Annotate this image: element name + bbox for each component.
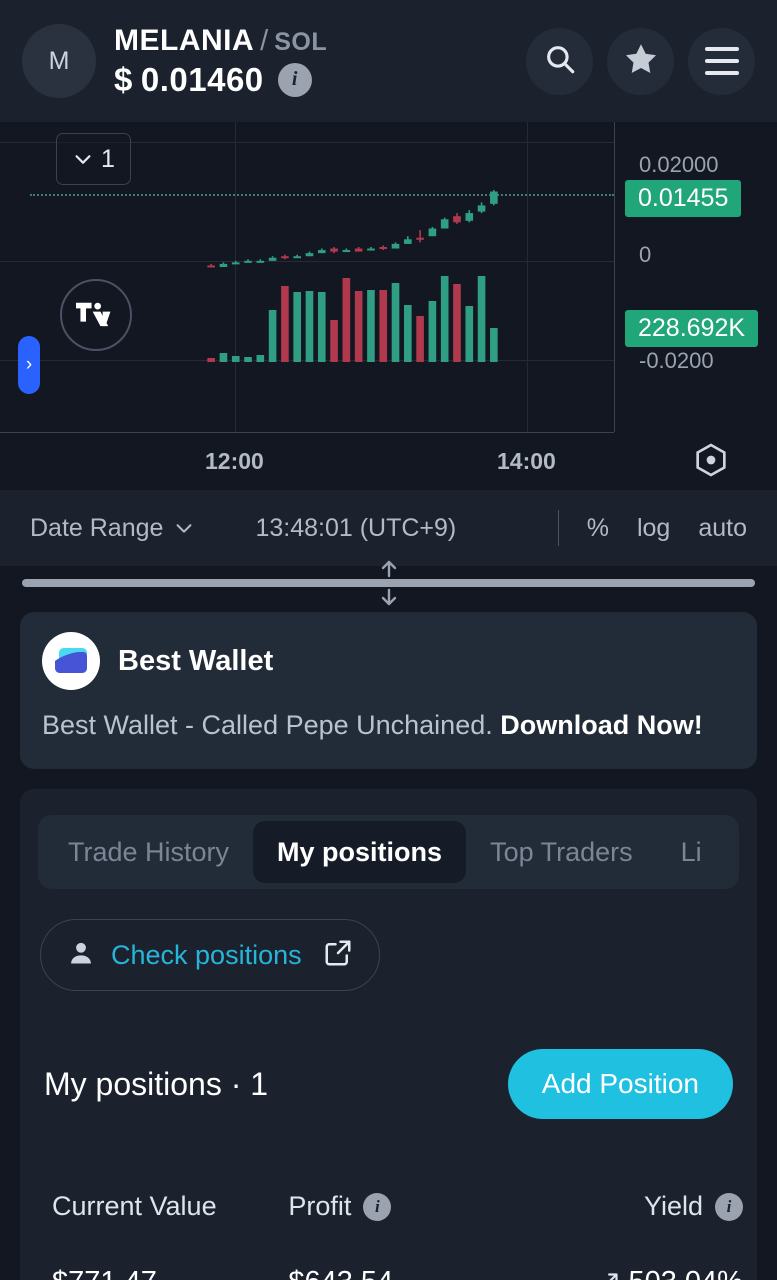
stat-primary-value: $643.54 <box>288 1266 506 1280</box>
pair-separator: / <box>260 24 269 57</box>
avatar-letter: M <box>48 46 70 75</box>
header-actions <box>526 27 755 95</box>
panel-resize-handle[interactable] <box>0 560 777 606</box>
profit-info-icon[interactable]: i <box>363 1192 392 1221</box>
current-price-badge: 0.01455 <box>625 180 742 217</box>
panel-tabs[interactable]: Trade History My positions Top Traders L… <box>38 815 739 890</box>
chevron-right-icon: › <box>25 354 33 375</box>
trading-pair: MELANIA / SOL <box>114 24 327 58</box>
toolbar-divider <box>557 510 559 546</box>
price-chart[interactable]: 1 › 0.02000 0.01455 0 228.692K -0.0200 1… <box>0 122 777 490</box>
trend-up-arrow-icon <box>600 1266 622 1280</box>
stat-primary-value: $771.47 <box>52 1266 270 1280</box>
currency-symbol: $ <box>114 60 133 98</box>
stat-yield: Yield i 503.04% 470.00% <box>507 1191 743 1280</box>
best-wallet-logo-icon <box>42 632 100 690</box>
stat-current-value: Current Value $771.47 2.8385 SOL <box>34 1191 270 1280</box>
stat-header: Yield i <box>525 1191 743 1222</box>
tab-trade-history[interactable]: Trade History <box>44 821 253 883</box>
header-title-block: MELANIA / SOL $ 0.01460 i <box>114 24 327 99</box>
pair-quote: SOL <box>274 27 328 56</box>
chart-toolbar: Date Range 13:48:01 (UTC+9) % log auto <box>0 490 777 566</box>
yield-primary-row: 503.04% <box>525 1266 743 1280</box>
chart-drawer-handle[interactable]: › <box>18 336 40 394</box>
tradingview-logo <box>60 279 132 351</box>
favorite-button[interactable] <box>607 27 674 95</box>
stat-label: Current Value <box>52 1191 217 1222</box>
resize-arrows-icon <box>376 560 402 606</box>
positions-stats-row: Current Value $771.47 2.8385 SOL Profit … <box>20 1191 757 1280</box>
chart-scale-options: % log auto <box>557 510 747 546</box>
pair-base: MELANIA <box>114 23 255 57</box>
positions-header: My positions · 1 Add Position <box>44 1049 733 1120</box>
tab-top-traders[interactable]: Top Traders <box>466 821 657 883</box>
auto-scale-button[interactable]: auto <box>698 514 747 543</box>
tab-my-positions[interactable]: My positions <box>253 821 467 884</box>
date-range-label: Date Range <box>30 513 164 542</box>
positions-title: My positions · 1 <box>44 1065 269 1102</box>
person-icon <box>67 939 95 972</box>
log-scale-button[interactable]: log <box>637 514 670 543</box>
date-range-button[interactable]: Date Range <box>30 514 195 543</box>
price-info-icon[interactable]: i <box>277 62 312 97</box>
timeframe-value: 1 <box>101 144 115 173</box>
axis-time-label: 14:00 <box>497 448 556 474</box>
chevron-down-icon <box>75 155 91 164</box>
ad-body-text: Best Wallet - Called Pepe Unchained. <box>42 710 501 740</box>
check-positions-label: Check positions <box>111 939 302 970</box>
tab-liquidity[interactable]: Li <box>657 821 726 883</box>
ad-cta-text[interactable]: Download Now! <box>500 710 702 740</box>
search-button[interactable] <box>526 27 593 95</box>
chart-plot-area[interactable]: 1 › <box>0 122 614 432</box>
token-avatar: M <box>22 24 96 98</box>
search-icon <box>543 42 577 81</box>
menu-button[interactable] <box>688 27 755 95</box>
volume-badge: 228.692K <box>625 310 759 347</box>
ad-body: Best Wallet - Called Pepe Unchained. Dow… <box>42 706 735 745</box>
star-icon <box>623 41 659 82</box>
percent-scale-button[interactable]: % <box>587 514 609 543</box>
stat-primary-value: 503.04% <box>628 1266 743 1280</box>
hexagon-settings-icon <box>696 443 726 477</box>
timeframe-selector[interactable]: 1 <box>56 133 131 185</box>
token-price: 0.01460 <box>140 60 264 98</box>
axis-tick-label: 0.02000 <box>639 152 719 177</box>
price-axis[interactable]: 0.02000 0.01455 0 228.692K -0.0200 <box>614 122 777 432</box>
axis-tick-label: 0 <box>639 242 652 267</box>
advertisement-banner[interactable]: Best Wallet Best Wallet - Called Pepe Un… <box>20 612 757 770</box>
hamburger-menu-icon <box>704 47 739 75</box>
app-header: M MELANIA / SOL $ 0.01460 i <box>0 0 777 122</box>
check-positions-button[interactable]: Check positions <box>40 919 380 992</box>
time-axis[interactable]: 12:00 14:00 <box>0 432 614 490</box>
chart-settings-button[interactable] <box>689 438 733 482</box>
axis-tick-label: -0.0200 <box>639 348 714 373</box>
axis-time-label: 12:00 <box>205 448 264 474</box>
ad-header: Best Wallet <box>42 632 735 690</box>
stat-header: Profit i <box>288 1191 506 1222</box>
external-link-icon <box>323 938 353 973</box>
stat-header: Current Value <box>52 1191 270 1222</box>
positions-panel: Trade History My positions Top Traders L… <box>20 789 757 1280</box>
yield-info-icon[interactable]: i <box>714 1192 743 1221</box>
chart-clock[interactable]: 13:48:01 (UTC+9) <box>255 514 456 543</box>
price-row: $ 0.01460 i <box>114 61 327 99</box>
stat-label: Profit <box>288 1191 352 1222</box>
stat-profit: Profit i $643.54 2.3405 SOL <box>270 1191 506 1280</box>
chevron-down-icon <box>177 524 192 533</box>
stat-label: Yield <box>643 1191 703 1222</box>
add-position-button[interactable]: Add Position <box>507 1049 733 1120</box>
ad-title: Best Wallet <box>118 644 274 677</box>
